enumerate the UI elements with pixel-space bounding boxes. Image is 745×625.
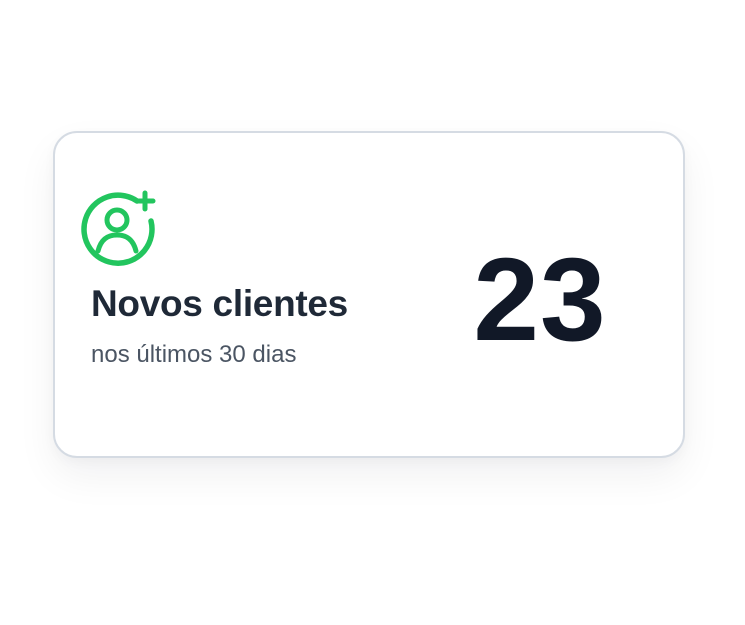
- card-title: Novos clientes: [91, 283, 348, 324]
- new-customers-card: Novos clientes nos últimos 30 dias 23: [53, 131, 685, 458]
- new-customers-count: 23: [473, 234, 607, 366]
- card-subtitle: nos últimos 30 dias: [91, 341, 297, 368]
- page: Novos clientes nos últimos 30 dias 23: [0, 0, 745, 625]
- user-plus-icon: [79, 187, 159, 267]
